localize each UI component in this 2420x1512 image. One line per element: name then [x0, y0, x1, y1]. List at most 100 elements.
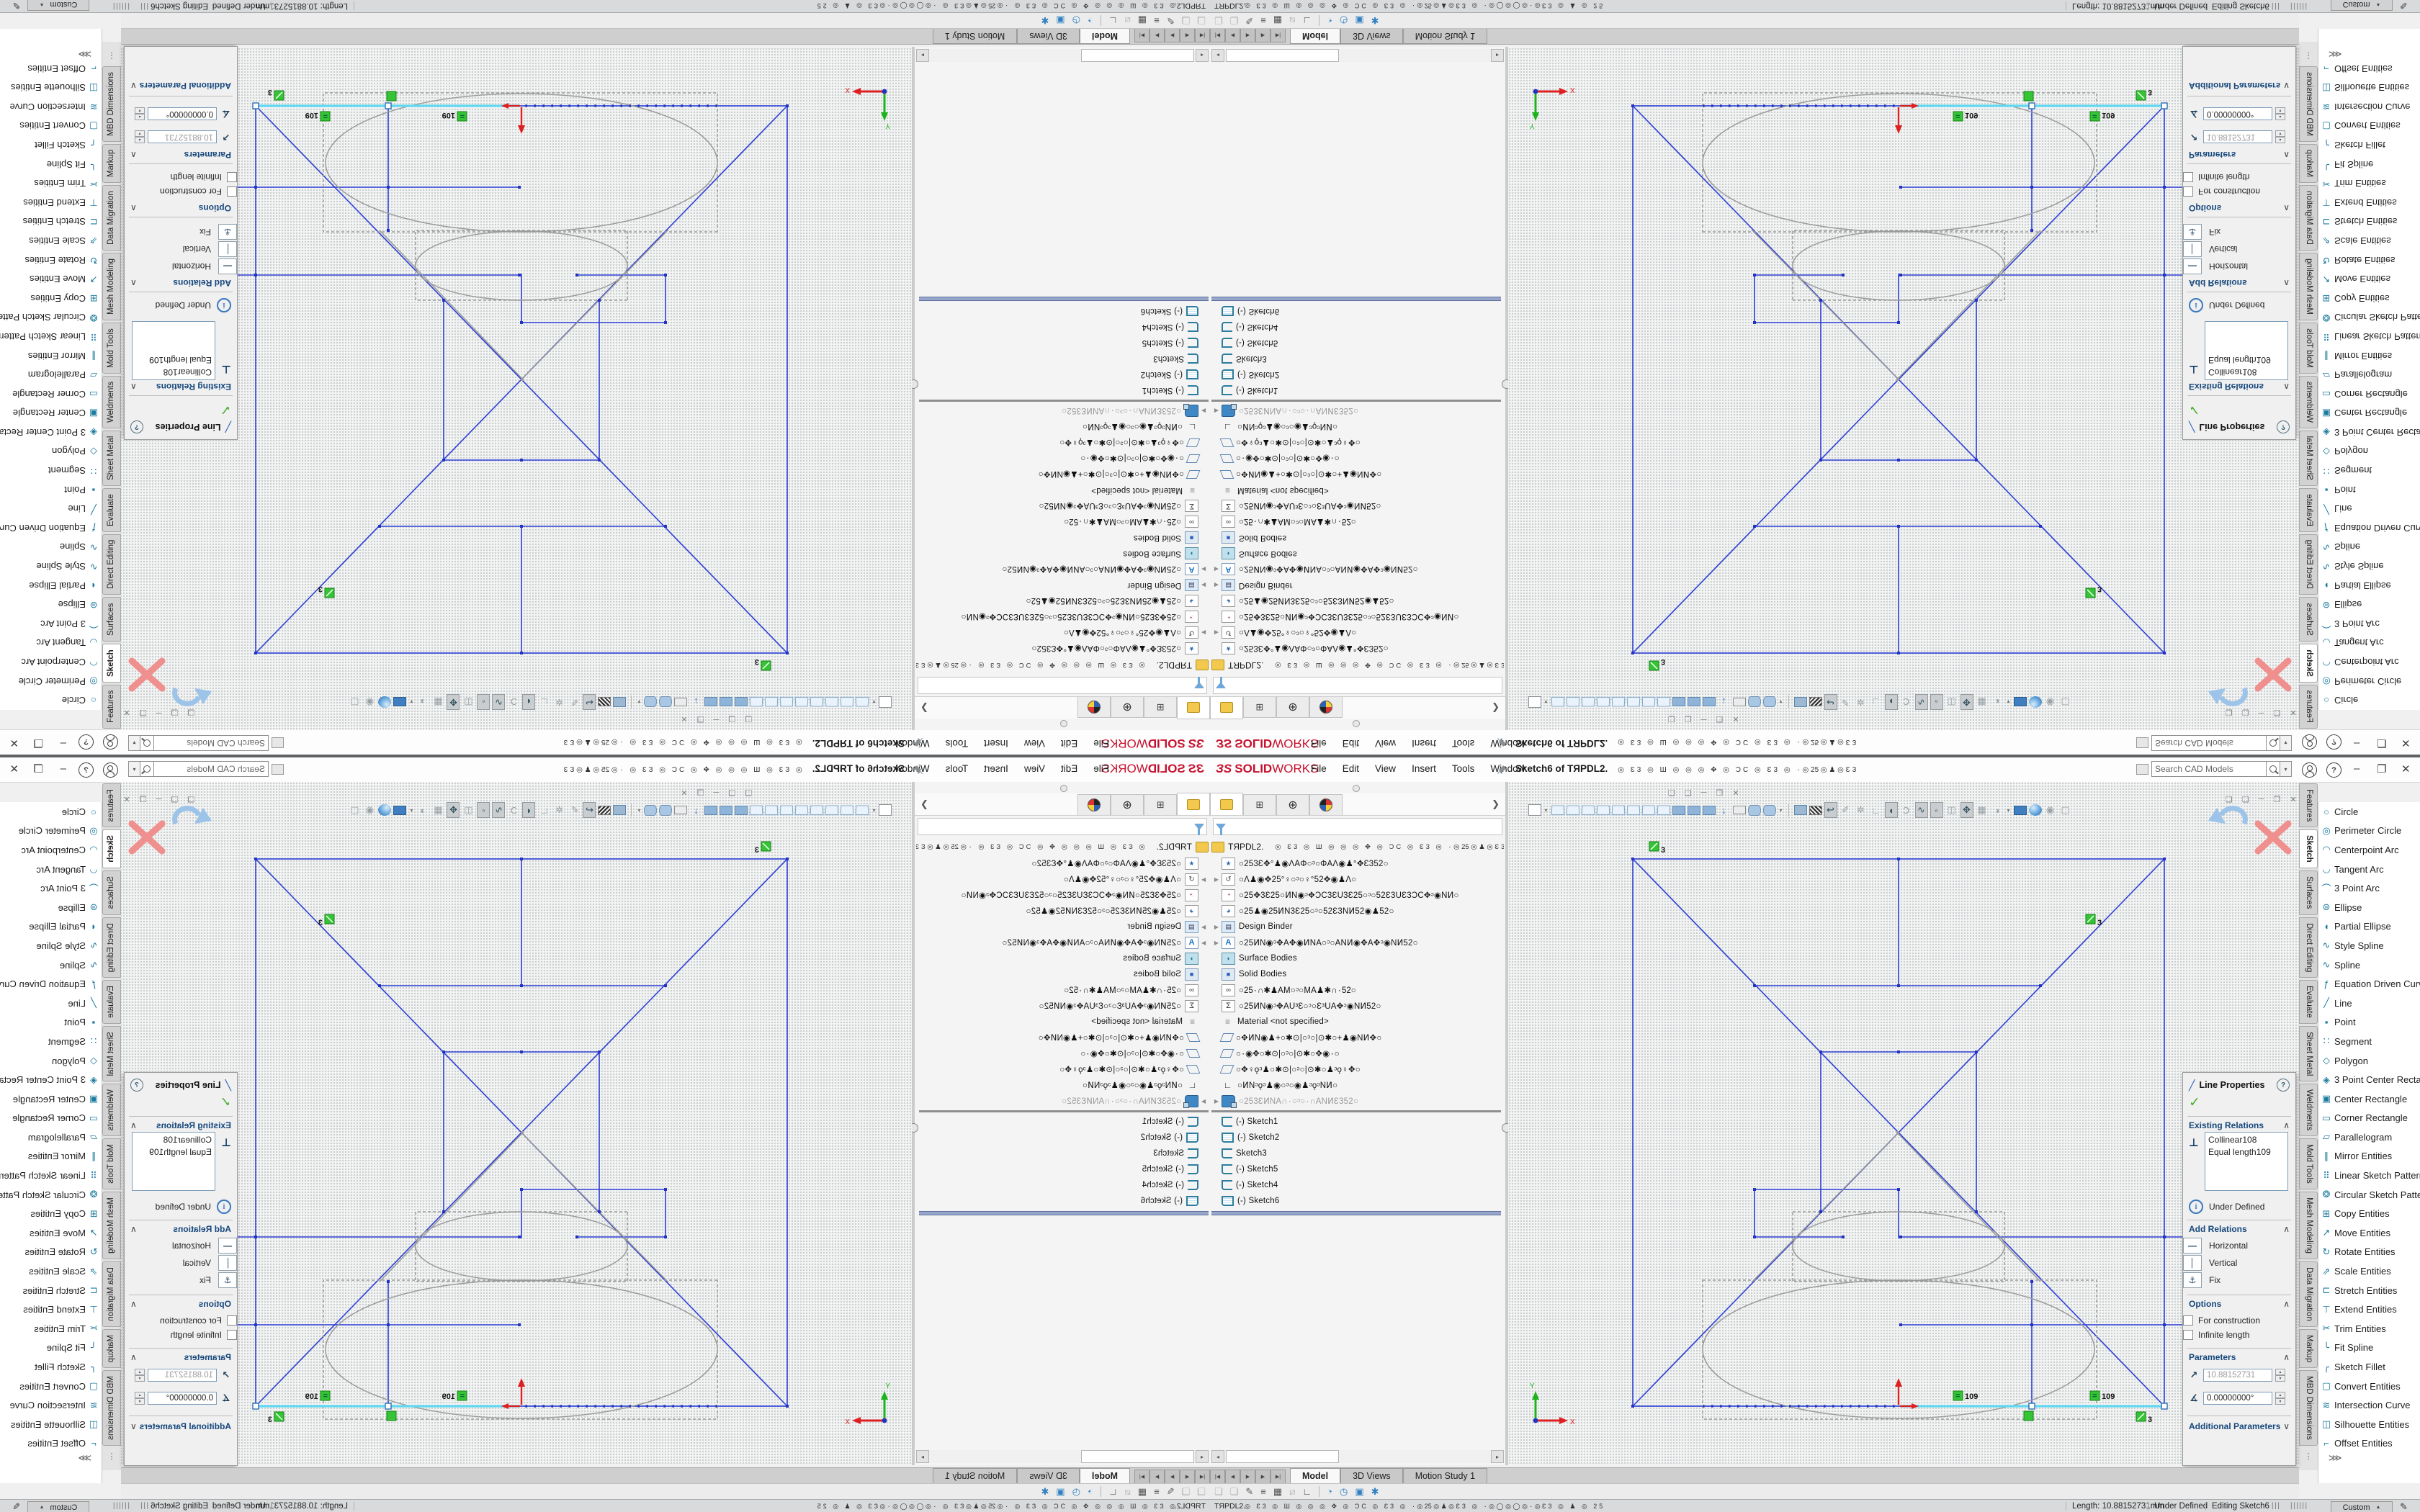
toolbar-icon[interactable]: ▢ [349, 802, 362, 818]
toolbar-icon[interactable]: Ɔ [508, 802, 521, 818]
menu-item[interactable]: Tools [1452, 738, 1475, 749]
user-account-icon[interactable] [103, 762, 118, 778]
tool-item[interactable]: ⊏ Stretch Entities [2318, 212, 2420, 232]
tree-row[interactable]: (-) Sketch2 [916, 366, 1209, 382]
length-stepper[interactable]: ▲▼ [2275, 1369, 2285, 1382]
checkbox[interactable] [227, 1315, 237, 1326]
tool-item[interactable]: ▣ Center Rectangle [0, 1089, 102, 1109]
tab-featuremanager-tree[interactable] [1177, 793, 1210, 815]
side-tab[interactable]: Direct Editing [2299, 917, 2318, 978]
panel-collapse-handle[interactable] [1353, 785, 1360, 792]
tree-row[interactable]: ○٠◉✥○✱⊙|○ᵓ○|⊙✱○✥◉٠○ [1211, 451, 1504, 467]
search-icon[interactable] [2267, 735, 2280, 751]
search-dropdown-icon[interactable]: ▾ [128, 735, 140, 751]
tool-item[interactable]: ◇ Polygon [2318, 442, 2420, 462]
motion-toolbar-icon[interactable]: ⧄ [1289, 1486, 1295, 1498]
toolbar-icon[interactable]: ▦ [432, 694, 445, 710]
toolbar-icon[interactable]: ▾ [1543, 694, 1549, 710]
tab-nav-button[interactable]: ▶ [1255, 28, 1270, 42]
toolbar-icon[interactable] [1794, 805, 1807, 815]
expand-arrow-icon[interactable]: ▶ [1198, 924, 1209, 930]
side-tab[interactable]: Sketch [2299, 644, 2318, 683]
tool-item[interactable]: ↻ Rotate Entities [2318, 251, 2420, 270]
relation-button[interactable]: │ [218, 1255, 237, 1271]
side-tab[interactable]: Mold Tools [102, 1138, 121, 1189]
tree-row[interactable]: ○ͶNᵓǫᵓ♟◉○ᵓ○◉♟ᵓǫᵓNͶ○ [916, 1077, 1209, 1093]
toolbar-icon[interactable]: ∟ [538, 802, 551, 818]
tool-item[interactable]: ⌒ 3 Point Arc [0, 614, 102, 634]
toolbar-icon[interactable] [1688, 806, 1700, 815]
doc-window-button[interactable]: ─ [156, 708, 161, 717]
tool-item[interactable]: ◫ Silhouette Entities [2318, 78, 2420, 97]
document-tab[interactable]: 3D Views [1017, 28, 1080, 44]
expand-arrow-icon[interactable]: ▶ [1198, 630, 1209, 636]
tree-row[interactable]: ▶ ○Ʌ♟◉✥25°♀○ᵓ○♀°52✥◉♟Ʌ○ [916, 871, 1209, 887]
doc-window-button[interactable]: ❏ [1668, 788, 1675, 798]
toolbar-icon[interactable] [1641, 697, 1655, 707]
user-account-icon[interactable] [103, 734, 118, 750]
relations-list[interactable]: Collinear108Equal length109 [2205, 321, 2288, 380]
tool-item[interactable]: ∷ Segment [2318, 461, 2420, 480]
tool-item[interactable]: ◫ Silhouette Entities [2318, 1415, 2420, 1434]
ok-button[interactable]: ✓ [2189, 1094, 2200, 1111]
toolbar-icon[interactable]: ◖ [523, 802, 536, 818]
tab-configurationmanager[interactable]: ⊕ [1276, 697, 1309, 718]
motion-toolbar-icon[interactable]: ❏ [1182, 15, 1191, 27]
tool-item[interactable]: ○ Circle [2318, 802, 2420, 822]
search-input[interactable] [2151, 735, 2267, 751]
angle-stepper[interactable]: ▲▼ [135, 1392, 145, 1405]
toolbar-icon[interactable] [1748, 805, 1761, 816]
toolbar-icon[interactable]: ◑ [417, 802, 430, 818]
tool-item[interactable]: ◈ 3 Point Center Recta... [2318, 1070, 2420, 1089]
search-icon[interactable] [140, 761, 153, 777]
tool-item[interactable]: ⇗ Scale Entities [0, 1261, 102, 1281]
relation-button[interactable]: ⚓ [218, 224, 237, 240]
tool-item[interactable]: ⌐ Offset Entities [0, 1434, 102, 1454]
side-tab[interactable]: Surfaces [2299, 598, 2318, 642]
tool-item[interactable]: ∥ Mirror Entities [2318, 346, 2420, 366]
toolbar-icon[interactable] [1688, 698, 1700, 707]
toolbar-icon[interactable]: ↓ [690, 694, 703, 710]
close-button[interactable]: ✕ [9, 762, 19, 775]
doc-window-button[interactable]: ❏ [2226, 795, 2233, 804]
toolbar-icon[interactable]: ◖ [1885, 802, 1898, 818]
tab-configurationmanager[interactable]: ⊕ [1276, 794, 1309, 815]
menu-item[interactable]: Tools [946, 763, 969, 774]
minimize-button[interactable]: – [2354, 762, 2360, 775]
scroll-thumb[interactable] [1226, 49, 1339, 62]
tree-row[interactable]: (-) Sketch2 [1211, 366, 1504, 382]
more-tools-chevron[interactable]: ⋙ [79, 48, 92, 60]
tab-featuremanager-tree[interactable] [1177, 697, 1210, 719]
tool-item[interactable]: ∷ Segment [0, 1032, 102, 1051]
toolbar-icon[interactable] [1566, 697, 1579, 707]
tool-item[interactable]: ❂ Circular Sketch Pattern [0, 1185, 102, 1205]
tool-item[interactable]: ⌐ Offset Entities [0, 59, 102, 78]
menu-item[interactable]: Edit [1061, 738, 1077, 749]
toolbar-icon[interactable] [1551, 697, 1564, 707]
motion-toolbar-icon[interactable]: ◷ [1340, 15, 1348, 27]
toolbar-icon[interactable] [795, 697, 809, 707]
toolbar-icon[interactable] [879, 696, 892, 708]
pin-icon[interactable] [912, 737, 923, 748]
angle-input[interactable]: 0.00000000° [148, 107, 217, 120]
motion-toolbar-icon[interactable]: ▦ [1138, 15, 1147, 27]
toolbar-icon[interactable] [379, 696, 392, 708]
checkbox[interactable] [2183, 1315, 2193, 1326]
motion-toolbar-icon[interactable]: ▣ [1056, 15, 1065, 27]
tree-row[interactable]: ○25ͶN◉ᵓ✥AU³Ɛ○ᵓ○Ɛ³UA✥ᵓ◉NͶ52○ [916, 498, 1209, 514]
length-input[interactable]: 10.88152731 [2203, 130, 2272, 143]
tree-row[interactable]: Solid Bodies [1211, 966, 1504, 982]
tool-item[interactable]: ⊤ Extend Entities [0, 193, 102, 212]
toolbar-icon[interactable]: ◑ [1991, 802, 2004, 818]
additional-parameters-header[interactable]: Additional Parameters∨ [130, 81, 231, 91]
existing-relations-header[interactable]: Existing Relations∧ [2189, 1120, 2290, 1130]
side-tab[interactable]: Markup [102, 1329, 121, 1368]
doc-window-button[interactable]: ─ [2259, 708, 2264, 717]
tool-item[interactable]: ⊞ Copy Entities [2318, 289, 2420, 308]
tree-row[interactable]: (-) Sketch6 [1211, 1193, 1504, 1209]
motion-toolbar-icon[interactable]: ✎ [1245, 1486, 1253, 1498]
motion-toolbar-icon[interactable]: ▣ [1355, 1486, 1363, 1498]
minimize-button[interactable]: – [2354, 737, 2360, 750]
toolbar-icon[interactable]: ▾ [409, 802, 415, 818]
toolbar-icon[interactable]: ↓ [1718, 802, 1731, 818]
